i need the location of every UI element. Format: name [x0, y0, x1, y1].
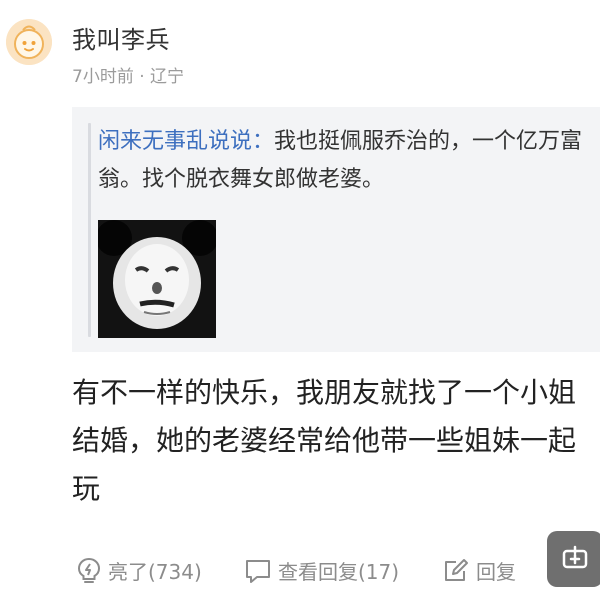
lightbulb-icon: [77, 557, 101, 583]
comment-meta: 7小时前 · 辽宁: [72, 62, 184, 87]
reply-label: 回复: [476, 560, 516, 584]
floating-action-button[interactable]: [547, 531, 600, 587]
comment-time: 7小时前: [72, 67, 134, 87]
meta-separator: ·: [139, 67, 145, 87]
comment-icon: [246, 559, 270, 583]
quote-bar: [88, 123, 91, 337]
like-button[interactable]: 亮了(734): [76, 556, 202, 585]
quote-colon: ：: [252, 129, 275, 154]
comment-content: 有不一样的快乐，我朋友就找了一个小姐结婚，她的老婆经常给他带一些姐妹一起玩: [72, 376, 577, 505]
quote-username[interactable]: 闲来无事乱说说: [98, 129, 252, 154]
float-action-icon: [562, 545, 588, 569]
like-count-label: 亮了(734): [108, 560, 202, 584]
reply-button[interactable]: 回复: [442, 556, 516, 585]
comment-action-bar: 亮了(734) 查看回复(17) 回复: [72, 552, 592, 592]
comment-location: 辽宁: [150, 67, 185, 87]
quote-text-block: 闲来无事乱说说：我也挺佩服乔治的，一个亿万富翁。找个脱衣舞女郎做老婆。: [98, 123, 588, 199]
edit-icon: [445, 558, 468, 581]
author-name[interactable]: 我叫李兵: [72, 20, 170, 55]
view-replies-label: 查看回复(17): [278, 560, 400, 584]
view-replies-button[interactable]: 查看回复(17): [244, 556, 399, 585]
quoted-comment[interactable]: 闲来无事乱说说：我也挺佩服乔治的，一个亿万富翁。找个脱衣舞女郎做老婆。: [72, 107, 600, 352]
panda-meme-icon: [98, 220, 216, 338]
avatar-cartoon-icon: [6, 19, 52, 65]
avatar[interactable]: [6, 19, 52, 65]
quote-meme-image[interactable]: [98, 220, 216, 338]
